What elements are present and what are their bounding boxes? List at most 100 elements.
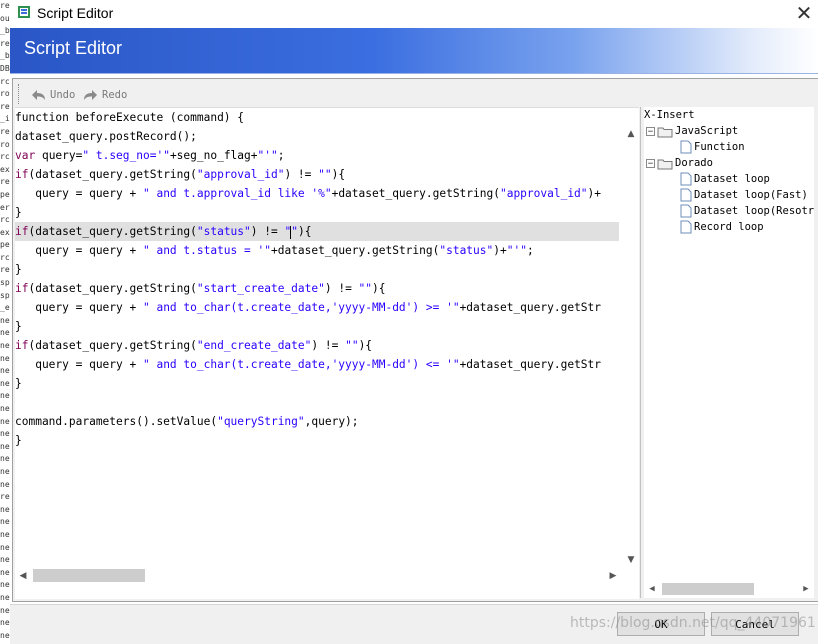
code-line[interactable]: query = query + " and t.approval_id like… <box>15 184 619 203</box>
code-area[interactable]: function beforeExecute (command) {datase… <box>15 108 619 568</box>
tree-item-dataset-loop-resotr[interactable]: Dataset loop(Resotr <box>680 203 814 219</box>
background-text-fragment: sp <box>0 290 10 300</box>
tree-item-dataset-loop[interactable]: Dataset loop <box>680 171 770 187</box>
background-text-fragment: _b <box>0 26 10 36</box>
background-text-fragment: ex <box>0 227 10 237</box>
background-text-fragment: ne <box>0 542 10 552</box>
tree-item-record-loop[interactable]: Record loop <box>680 219 764 235</box>
background-text-fragment: er <box>0 202 10 212</box>
background-text-fragment: ne <box>0 429 10 439</box>
tree-group-label: JavaScript <box>675 125 739 137</box>
document-icon <box>680 204 692 218</box>
folder-icon <box>657 127 673 137</box>
background-text-fragment: re <box>0 126 10 136</box>
scroll-left-icon[interactable]: ◀ <box>644 581 660 597</box>
code-line[interactable]: function beforeExecute (command) { <box>15 108 619 127</box>
background-text-fragment: ne <box>0 391 10 401</box>
title-bar: Script Editor ✕ <box>10 0 818 28</box>
scroll-left-icon[interactable]: ◀ <box>15 568 31 584</box>
code-line[interactable] <box>15 393 619 412</box>
x-insert-panel: X-Insert − JavaScript Function − Dorado <box>644 107 814 598</box>
code-line[interactable]: query = query + " and t.status = '"+data… <box>15 241 619 260</box>
document-icon <box>680 140 692 154</box>
horizontal-scroll-thumb[interactable] <box>33 569 145 582</box>
tree-item-function[interactable]: Function <box>680 139 745 155</box>
background-text-fragment: ne <box>0 479 10 489</box>
scroll-down-icon[interactable]: ▼ <box>623 552 639 568</box>
background-text-fragment: ne <box>0 404 10 413</box>
background-text-fragment: ne <box>0 466 10 476</box>
tree-item-label: Record loop <box>694 221 764 233</box>
code-line[interactable]: query = query + " and to_char(t.create_d… <box>15 298 619 317</box>
code-line[interactable]: command.parameters().setValue("queryStri… <box>15 412 619 431</box>
background-text-fragment: ne <box>0 378 10 388</box>
tree-item-label: Dataset loop(Resotr <box>694 205 815 217</box>
code-line[interactable]: } <box>15 374 619 393</box>
background-text-fragment: ne <box>0 618 10 628</box>
background-text-fragment: ne <box>0 353 10 363</box>
background-text-fragment: rc <box>0 76 10 86</box>
code-line[interactable]: } <box>15 431 619 450</box>
code-line[interactable]: if(dataset_query.getString("approval_id"… <box>15 165 619 184</box>
close-button[interactable]: ✕ <box>792 3 816 25</box>
background-text-fragment: re <box>0 492 10 502</box>
background-text-fragment: ne <box>0 341 10 351</box>
background-text-fragment: ne <box>0 315 10 325</box>
x-insert-title: X-Insert <box>644 109 695 121</box>
tree-group-dorado[interactable]: − Dorado <box>646 155 713 171</box>
horizontal-scrollbar[interactable]: ◀ ▶ <box>15 568 623 584</box>
background-text-fragment: _b <box>0 51 10 61</box>
collapse-icon[interactable]: − <box>646 126 655 136</box>
code-line[interactable]: dataset_query.postRecord(); <box>15 127 619 146</box>
banner-title: Script Editor <box>24 38 123 58</box>
background-text-fragment: re <box>0 38 10 48</box>
code-line[interactable]: var query=" t.seg_no='"+seg_no_flag+"'"; <box>15 146 619 165</box>
code-line[interactable]: if(dataset_query.getString("status") != … <box>15 222 619 241</box>
background-text-fragment: ne <box>0 366 10 376</box>
tree-horizontal-scrollbar[interactable]: ◀ ▶ <box>644 581 814 597</box>
scroll-right-icon[interactable]: ▶ <box>798 581 814 597</box>
background-text-fragment: re <box>0 177 10 187</box>
close-icon: ✕ <box>795 1 813 25</box>
redo-icon <box>84 90 97 100</box>
background-text-fragment: ne <box>0 592 10 602</box>
background-text-fragment: ne <box>0 630 10 640</box>
watermark: https://blog.csdn.net/qq_44071961 <box>570 615 816 631</box>
background-text-fragment: sp <box>0 278 10 288</box>
code-line[interactable]: } <box>15 317 619 336</box>
tree-item-label: Dataset loop(Fast) <box>694 189 808 201</box>
text-caret <box>290 225 292 239</box>
code-line[interactable]: query = query + " and to_char(t.create_d… <box>15 355 619 374</box>
background-text-fragment: ro <box>0 139 10 149</box>
code-editor[interactable]: function beforeExecute (command) {datase… <box>15 107 639 599</box>
undo-button[interactable]: Undo <box>30 86 75 104</box>
background-text-fragment: ne <box>0 555 10 565</box>
background-text-fragment: DB <box>0 63 10 73</box>
background-text-fragment: _e <box>0 303 10 313</box>
tree-group-javascript[interactable]: − JavaScript <box>646 123 738 139</box>
header-banner: Script Editor <box>10 28 818 73</box>
scroll-right-icon[interactable]: ▶ <box>605 568 621 584</box>
split-divider[interactable] <box>640 107 641 598</box>
document-icon <box>680 172 692 186</box>
background-text-fragment: ro <box>0 89 10 99</box>
background-text-fragment: ne <box>0 328 10 338</box>
code-line[interactable]: if(dataset_query.getString("end_create_d… <box>15 336 619 355</box>
code-line[interactable]: } <box>15 260 619 279</box>
collapse-icon[interactable]: − <box>646 158 655 168</box>
background-text-fragment: ne <box>0 529 10 539</box>
undo-label: Undo <box>50 89 76 101</box>
scroll-up-icon[interactable]: ▲ <box>623 126 639 142</box>
background-text-fragment: re <box>0 1 10 10</box>
vertical-scrollbar[interactable]: ▲ ▼ <box>623 126 639 568</box>
tree-item-dataset-loop-fast[interactable]: Dataset loop(Fast) <box>680 187 808 203</box>
toolbar-grip <box>18 84 22 104</box>
background-text-fragment: ne <box>0 441 10 451</box>
code-line[interactable]: if(dataset_query.getString("start_create… <box>15 279 619 298</box>
background-text-fragment: pe <box>0 189 10 199</box>
code-line[interactable]: } <box>15 203 619 222</box>
window-title: Script Editor <box>37 5 114 21</box>
tree-scroll-thumb[interactable] <box>662 583 754 595</box>
background-text-fragment: re <box>0 101 10 111</box>
redo-button[interactable]: Redo <box>82 86 127 104</box>
